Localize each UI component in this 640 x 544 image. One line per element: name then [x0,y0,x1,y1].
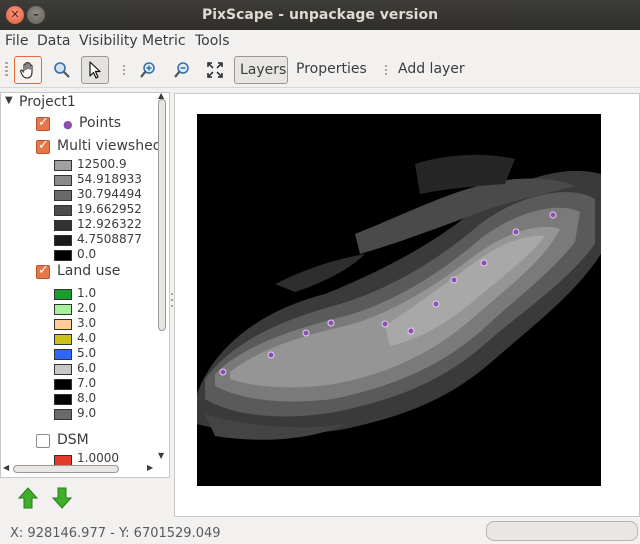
multi-viewshed-legend-swatch [54,220,72,231]
zoom-extent-button[interactable] [201,56,229,84]
land-use-legend-value: 6.0 [77,361,97,375]
zoom-window-button[interactable] [48,56,76,84]
land-use-layer-label[interactable]: Land use [57,263,120,279]
land-use-legend-swatch [54,289,72,300]
scroll-down-arrow[interactable]: ▼ [158,451,164,460]
point-marker[interactable] [450,276,458,284]
zoom-out-button[interactable] [168,56,196,84]
zoom-out-icon [174,62,189,78]
pointer-select-icon [89,61,101,79]
point-marker[interactable] [549,211,557,219]
cursor-coordinates: X: 928146.977 - Y: 6701529.049 [10,526,221,541]
point-marker[interactable] [432,300,440,308]
scroll-left-arrow[interactable]: ◀ [3,463,9,472]
dsm-layer-label[interactable]: DSM [57,432,89,448]
toolbar: Layers Properties Add layer [0,52,640,88]
tree-expand-arrow[interactable]: ▼ [5,95,13,106]
point-marker[interactable] [381,320,389,328]
land-use-legend-value: 1.0 [77,286,97,300]
land-use-legend-value: 8.0 [77,391,97,405]
land-use-legend-swatch [54,364,72,375]
toolbar-grip[interactable] [5,62,8,78]
land-use-legend-value: 3.0 [77,316,97,330]
point-marker[interactable] [327,319,335,327]
multi-viewshed-legend-value: 0.0 [77,247,97,261]
multi-viewshed-layer-label[interactable]: Multi viewshed [57,138,162,154]
zoom-in-button[interactable] [134,56,162,84]
menu-metric[interactable]: Metric [142,33,186,49]
zoom-extent-icon [207,62,223,78]
multi-viewshed-legend-value: 4.7508877 [77,232,142,246]
scroll-right-arrow[interactable]: ▶ [147,463,153,472]
land-use-visibility-checkbox[interactable] [36,263,50,279]
progress-bar [486,521,638,541]
points-layer-label[interactable]: Points [79,115,121,131]
land-use-legend-value: 7.0 [77,376,97,390]
zoom-window-icon [54,62,70,78]
layer-tree-vertical-scrollbar[interactable]: ▲ ▼ [156,93,168,461]
land-use-legend-swatch [54,334,72,345]
land-use-legend-swatch [54,409,72,420]
point-marker[interactable] [267,351,275,359]
properties-button[interactable]: Properties [296,61,367,77]
multi-viewshed-legend-value: 12500.9 [77,157,127,171]
multi-viewshed-legend-value: 19.662952 [77,202,142,216]
multi-viewshed-legend-swatch [54,175,72,186]
layers-button-label: Layers [240,62,287,78]
toolbar-separator [123,65,125,75]
map-view[interactable] [175,94,639,516]
land-use-legend-value: 4.0 [77,331,97,345]
menu-visibility[interactable]: Visibility [79,33,138,49]
dsm-visibility-checkbox[interactable] [36,434,50,448]
menu-file[interactable]: File [5,33,28,49]
multi-viewshed-legend-value: 54.918933 [77,172,142,186]
toolbar-separator-2 [385,65,387,75]
multi-viewshed-legend-swatch [54,205,72,216]
points-visibility-checkbox[interactable] [36,115,50,131]
layers-toggle-button[interactable]: Layers [234,56,288,84]
menubar: File Data Visibility Metric Tools [0,30,640,52]
window-titlebar: ✕ – PixScape - unpackage version [0,0,640,30]
land-use-legend-swatch [54,394,72,405]
layer-order-controls [0,482,170,516]
multi-viewshed-legend-swatch [54,160,72,171]
point-marker[interactable] [219,368,227,376]
point-marker[interactable] [302,329,310,337]
layer-tree-panel: ▼ Project1 ● Points Multi viewshed 12500… [0,92,170,478]
point-marker[interactable] [512,228,520,236]
multi-viewshed-legend-value: 12.926322 [77,217,142,231]
horizontal-scroll-thumb[interactable] [13,465,119,473]
hand-pan-icon [20,61,33,79]
move-layer-up-icon[interactable] [18,487,38,509]
move-layer-down-icon[interactable] [52,487,72,509]
zoom-in-icon [140,62,155,78]
land-use-legend-swatch [54,349,72,360]
multi-viewshed-legend-swatch [54,235,72,246]
project-node[interactable]: Project1 [19,94,76,110]
multi-viewshed-legend-value: 30.794494 [77,187,142,201]
land-use-legend-value: 5.0 [77,346,97,360]
pan-tool-button[interactable] [14,56,42,84]
land-use-legend-swatch [54,379,72,390]
layer-tree-horizontal-scrollbar[interactable]: ◀ ▶ [3,463,155,475]
land-use-legend-value: 9.0 [77,406,97,420]
multi-viewshed-visibility-checkbox[interactable] [36,138,50,154]
pointer-select-button[interactable] [81,56,109,84]
land-use-legend-value: 2.0 [77,301,97,315]
land-use-legend-swatch [54,304,72,315]
vertical-scroll-thumb[interactable] [158,99,166,331]
map-canvas[interactable] [174,93,640,517]
add-layer-button[interactable]: Add layer [398,61,465,77]
point-marker[interactable] [480,259,488,267]
land-use-legend-swatch [54,319,72,330]
menu-data[interactable]: Data [37,33,70,49]
point-symbol-icon: ● [63,118,73,131]
menu-tools[interactable]: Tools [195,33,230,49]
multi-viewshed-legend-swatch [54,190,72,201]
point-marker[interactable] [407,327,415,335]
multi-viewshed-legend-swatch [54,250,72,261]
window-title: PixScape - unpackage version [201,7,439,23]
